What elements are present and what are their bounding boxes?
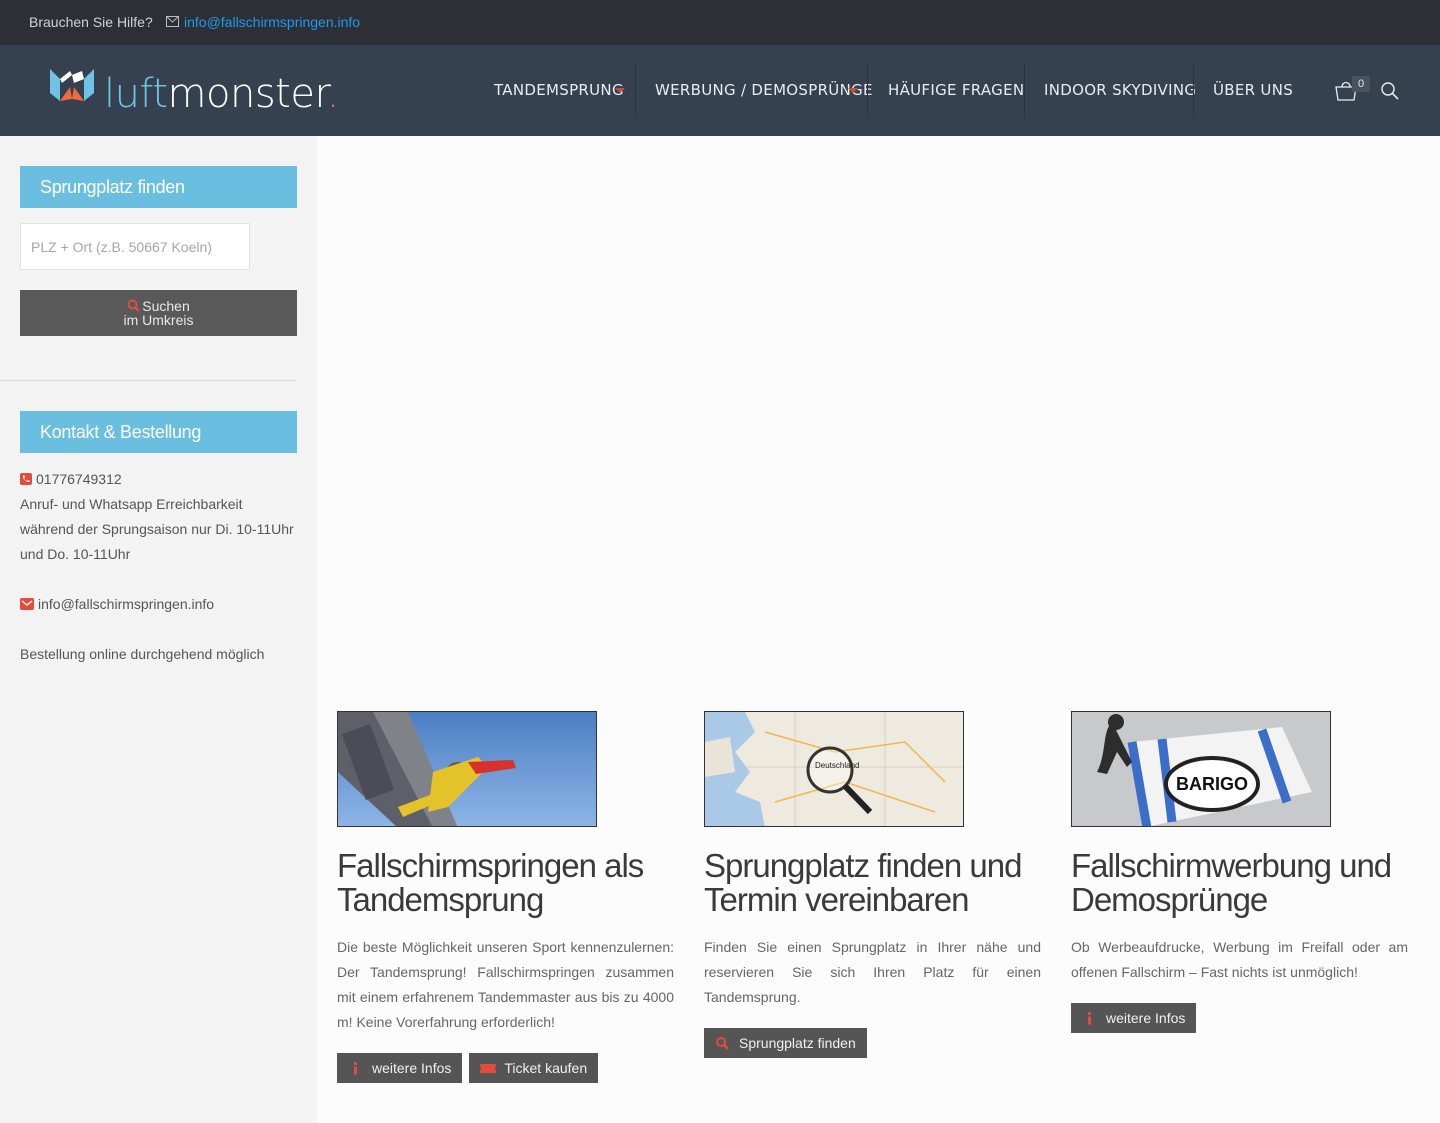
logo-icon (50, 69, 94, 101)
nav-divider (867, 63, 868, 118)
phone-line: 01776749312 (20, 467, 300, 492)
widget-title-contact: Kontakt & Bestellung (20, 411, 297, 453)
top-bar: Brauchen Sie Hilfe? info@fallschirmsprin… (0, 0, 1440, 45)
feature-text-tandem: Die beste Möglichkeit unseren Sport kenn… (337, 939, 674, 1030)
info-icon (354, 1062, 357, 1075)
buy-ticket-button[interactable]: Ticket kaufen (469, 1053, 599, 1083)
chevron-down-icon (615, 88, 625, 93)
tandem-jump-image[interactable] (337, 711, 597, 827)
map-image[interactable]: Deutschland (704, 711, 964, 827)
nav-item-faq[interactable]: Häufige Fragen (888, 45, 1024, 136)
logo[interactable]: luftmonster. (48, 63, 339, 117)
logo-wordmark: luftmonster. (104, 71, 339, 117)
banner-brand-label: BARIGO (1176, 774, 1248, 794)
nav-item-werbung[interactable]: Werbung / Demosprünge (655, 45, 873, 136)
feature-heading-location: Sprungplatz finden und Termin vereinbare… (704, 847, 1022, 918)
feature-text-advertising: Ob Werbeaufdrucke, Werbung im Freifall o… (1071, 939, 1408, 980)
nav-item-ueber-uns[interactable]: Über uns (1213, 45, 1293, 136)
envelope-icon (20, 598, 34, 610)
map-label: Deutschland (815, 761, 859, 770)
nav-item-indoor-skydiving[interactable]: Indoor Skydiving (1044, 45, 1196, 136)
more-info-button[interactable]: weitere Infos (337, 1053, 463, 1083)
search-radius-button[interactable]: Suchen im Umkreis (20, 290, 297, 336)
info-icon (1088, 1012, 1091, 1025)
widget-title-search: Sprungplatz finden (20, 166, 297, 208)
contact-email[interactable]: info@fallschirmspringen.info (38, 596, 214, 612)
order-note: Bestellung online durchgehend möglich (20, 646, 265, 662)
nav-divider (1193, 63, 1194, 118)
feature-text-location: Finden Sie einen Sprungplatz in Ihrer nä… (704, 939, 1041, 1005)
nav-divider (635, 63, 636, 118)
topbar-email-link[interactable]: info@fallschirmspringen.info (184, 14, 360, 30)
find-dropzone-button[interactable]: Sprungplatz finden (704, 1028, 867, 1058)
advertising-image[interactable]: BARIGO (1071, 711, 1331, 827)
search-icon (127, 299, 141, 312)
feature-heading-advertising: Fallschirmwerbung und Demosprünge (1071, 847, 1392, 918)
phone-number[interactable]: 01776749312 (36, 471, 122, 487)
search-icon (716, 1037, 729, 1050)
feature-column-tandem: Fallschirmspringen als Tandemsprung Die … (337, 711, 674, 1083)
envelope-icon (166, 16, 179, 27)
phone-icon (20, 473, 32, 485)
contact-info: 01776749312 Anruf- und Whatsapp Erreichb… (20, 467, 300, 667)
feature-column-advertising: BARIGO Fallschirmwerbung und Demosprünge… (1071, 711, 1408, 1033)
availability-text: Anruf- und Whatsapp Erreichbarkeit währe… (20, 496, 294, 562)
nav-item-tandemsprung[interactable]: Tandemsprung (494, 45, 625, 136)
cart-count-badge: 0 (1352, 76, 1370, 92)
main-header: luftmonster. Tandemsprung Werbung / Demo… (0, 45, 1440, 136)
sidebar-divider (0, 380, 297, 381)
location-search-input[interactable] (20, 223, 250, 270)
feature-column-location: Deutschland Sprungplatz finden und Termi… (704, 711, 1041, 1058)
sidebar: Sprungplatz finden Suchen im Umkreis Kon… (0, 136, 317, 1123)
feature-heading-tandem: Fallschirmspringen als Tandemsprung (337, 847, 644, 918)
search-icon[interactable] (1380, 81, 1400, 101)
nav-divider (1024, 63, 1025, 118)
help-text: Brauchen Sie Hilfe? (29, 14, 153, 30)
chevron-down-icon (848, 88, 858, 93)
ticket-icon (480, 1064, 497, 1073)
email-line: info@fallschirmspringen.info (20, 592, 300, 617)
more-info-button[interactable]: weitere Infos (1071, 1003, 1197, 1033)
